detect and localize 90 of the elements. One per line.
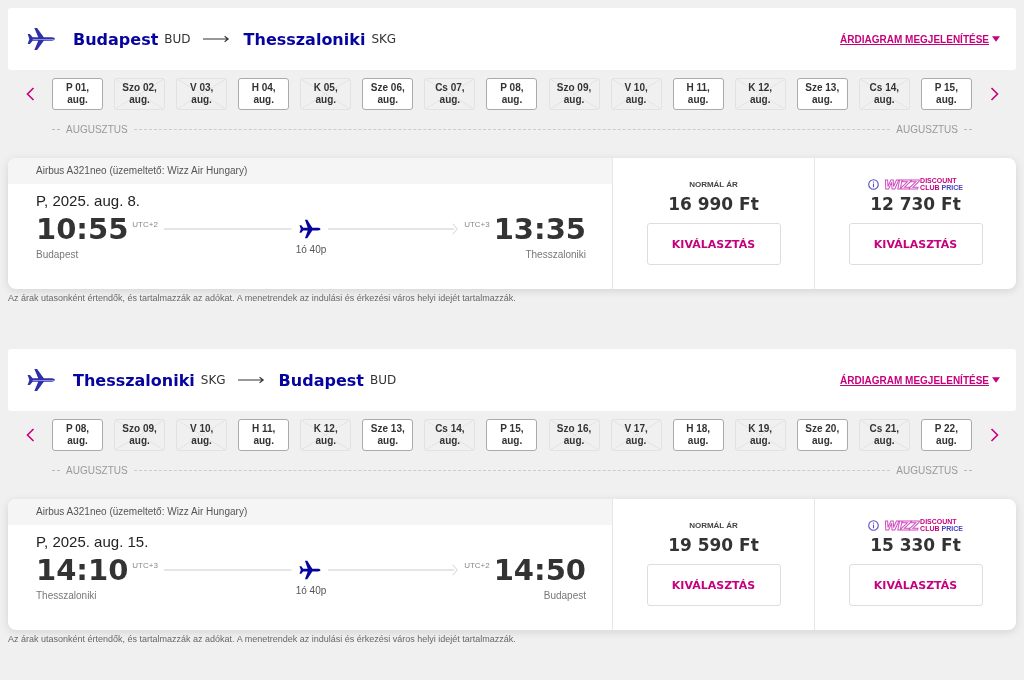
flight-duration: 1ó 40p <box>295 585 327 596</box>
airplane-icon <box>297 218 322 240</box>
chevron-right-icon[interactable] <box>989 428 999 442</box>
month-label: AUGUSZTUS <box>896 464 958 476</box>
date-option[interactable]: P 15, aug. <box>486 419 538 451</box>
fare-price: 16 990 Ft <box>668 194 759 214</box>
aircraft-info: Airbus A321neo (üzemeltető: Wizz Air Hungary) <box>8 499 612 525</box>
date-option[interactable]: H 11, aug. <box>238 419 290 451</box>
departure-time: 14:10 <box>36 553 129 587</box>
select-button[interactable]: KIVÁLASZTÁS <box>848 223 983 265</box>
date-option[interactable]: K 19, aug. <box>734 419 786 451</box>
date-option[interactable]: P 15, aug. <box>920 78 972 110</box>
arrival-time: 14:50 <box>493 553 586 587</box>
disclaimer-text: Az árak utasonként értendők, és tartalmazzák az adókat. A menetrendek az indulási és érkezési város helyi idejét tartalmazzák. <box>8 293 517 303</box>
date-option[interactable]: Sze 20, aug. <box>796 419 848 451</box>
date-option[interactable]: Sze 13, aug. <box>362 419 414 451</box>
airplane-icon <box>26 26 56 52</box>
date-option[interactable]: P 08, aug. <box>486 78 538 110</box>
arrival-city: Budapest <box>543 590 586 601</box>
aircraft-info: Airbus A321neo (üzemeltető: Wizz Air Hungary) <box>8 158 612 184</box>
date-option[interactable]: K 12, aug. <box>300 419 352 451</box>
date-option[interactable]: P 22, aug. <box>920 419 972 451</box>
info-icon <box>868 178 880 190</box>
date-option[interactable]: Szo 02, aug. <box>114 78 166 110</box>
date-option[interactable]: Szo 16, aug. <box>548 419 600 451</box>
chevron-left-icon[interactable] <box>25 428 35 442</box>
month-label: AUGUSZTUS <box>896 123 958 135</box>
destination-code: SKG <box>371 32 397 46</box>
chevron-left-icon[interactable] <box>25 87 35 101</box>
chevron-right-icon[interactable] <box>989 87 999 101</box>
date-option[interactable]: Cs 14, aug. <box>858 78 910 110</box>
info-icon <box>868 519 880 531</box>
fare-price: 15 330 Ft <box>870 535 961 555</box>
fare-label: NORMÁL ÁR <box>689 521 738 532</box>
date-option[interactable]: V 03, aug. <box>176 78 228 110</box>
month-label: AUGUSZTUS <box>66 123 128 135</box>
timezone-label: UTC+3 <box>464 220 490 229</box>
date-option[interactable]: Cs 14, aug. <box>424 419 476 451</box>
arrow-icon <box>202 34 230 44</box>
date-option[interactable]: Szo 09, aug. <box>114 419 166 451</box>
airplane-icon <box>297 559 322 581</box>
caret-icon <box>992 377 1000 383</box>
date-option[interactable]: Cs 21, aug. <box>858 419 910 451</box>
arrival-city: Thesszaloniki <box>525 249 586 260</box>
date-option[interactable]: Cs 07, aug. <box>424 78 476 110</box>
flight-date: P, 2025. aug. 8. <box>36 192 141 209</box>
date-option[interactable]: K 05, aug. <box>300 78 352 110</box>
month-label: AUGUSZTUS <box>66 464 128 476</box>
departure-city: Thesszaloniki <box>36 590 98 601</box>
fare-price: 12 730 Ft <box>870 194 961 214</box>
price-chart-link[interactable]: ÁRDIAGRAM MEGJELENÍTÉSE <box>840 33 1000 45</box>
date-option[interactable]: Sze 13, aug. <box>796 78 848 110</box>
date-option[interactable]: K 12, aug. <box>734 78 786 110</box>
origin-city: Budapest <box>73 29 159 49</box>
departure-city: Budapest <box>36 249 80 260</box>
destination-code: BUD <box>369 373 397 387</box>
arrow-head-icon <box>452 223 458 235</box>
timezone-label: UTC+2 <box>132 220 158 229</box>
date-option[interactable]: H 04, aug. <box>238 78 290 110</box>
departure-time: 10:55 <box>36 212 129 246</box>
price-chart-link[interactable]: ÁRDIAGRAM MEGJELENÍTÉSE <box>840 374 1000 386</box>
date-option[interactable]: P 01, aug. <box>52 78 103 110</box>
timezone-label: UTC+2 <box>464 561 490 570</box>
timezone-label: UTC+3 <box>132 561 158 570</box>
destination-city: Thesszaloniki <box>243 29 366 49</box>
flight-duration: 1ó 40p <box>295 244 327 255</box>
origin-code: BUD <box>164 32 191 46</box>
date-option[interactable]: V 10, aug. <box>610 78 662 110</box>
arrival-time: 13:35 <box>493 212 586 246</box>
date-option[interactable]: Szo 09, aug. <box>548 78 600 110</box>
destination-city: Budapest <box>278 370 364 390</box>
date-option[interactable]: V 17, aug. <box>610 419 662 451</box>
flight-date: P, 2025. aug. 15. <box>36 533 150 550</box>
origin-code: SKG <box>200 373 226 387</box>
origin-city: Thesszaloniki <box>73 370 195 390</box>
date-option[interactable]: V 10, aug. <box>176 419 228 451</box>
disclaimer-text: Az árak utasonként értendők, és tartalmazzák az adókat. A menetrendek az indulási és érkezési város helyi idejét tartalmazzák. <box>8 634 517 644</box>
select-button[interactable]: KIVÁLASZTÁS <box>646 223 781 265</box>
select-button[interactable]: KIVÁLASZTÁS <box>848 564 983 606</box>
select-button[interactable]: KIVÁLASZTÁS <box>646 564 781 606</box>
caret-icon <box>992 36 1000 42</box>
arrow-icon <box>237 375 265 385</box>
date-option[interactable]: H 11, aug. <box>672 78 724 110</box>
airplane-icon <box>26 367 56 393</box>
date-option[interactable]: Sze 06, aug. <box>362 78 414 110</box>
arrow-head-icon <box>452 564 458 576</box>
fare-price: 19 590 Ft <box>668 535 759 555</box>
fare-label: NORMÁL ÁR <box>689 180 738 191</box>
date-option[interactable]: P 08, aug. <box>52 419 103 451</box>
date-option[interactable]: H 18, aug. <box>672 419 724 451</box>
